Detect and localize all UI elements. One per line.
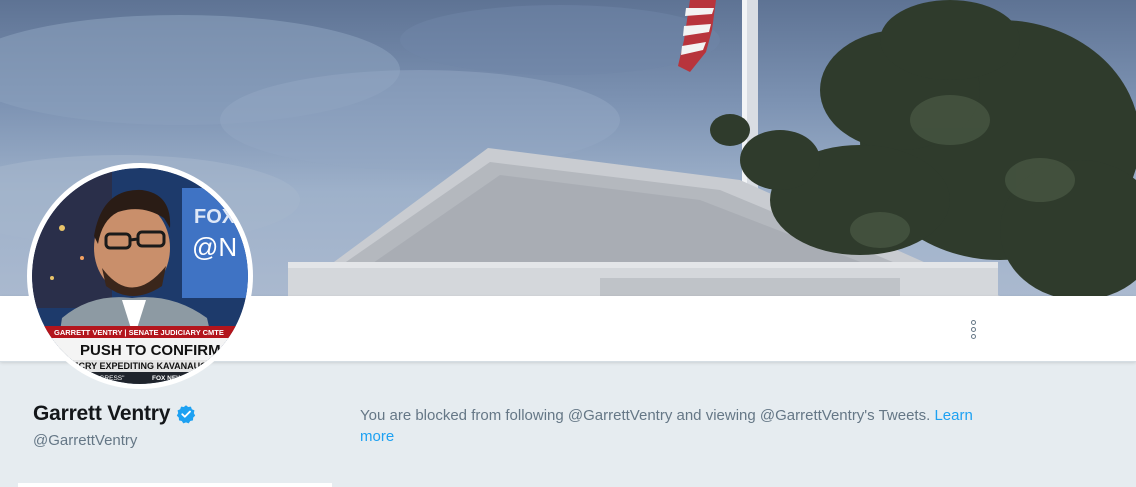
chyron-bottom-text: DUOUS PROGRESS"	[60, 375, 125, 382]
vertical-ellipsis-icon	[970, 319, 976, 325]
blocked-notice: You are blocked from following @GarrettV…	[360, 405, 1000, 447]
svg-text:@N: @N	[192, 232, 237, 262]
chyron-top-text: GARRETT VENTRY | SENATE JUDICIARY CMTE	[54, 328, 224, 337]
avatar-image: FOX @N GARRETT VENTRY | SENATE JUDICIARY…	[32, 168, 248, 384]
more-options-button[interactable]	[960, 314, 986, 344]
verified-badge-icon	[177, 405, 196, 424]
chyron-main-text: PUSH TO CONFIRM	[80, 342, 221, 359]
chyron-network-text: FOX NEWS	[152, 375, 187, 382]
profile-display-name[interactable]: Garrett Ventry	[33, 402, 170, 426]
blocked-notice-text: You are blocked from following @GarrettV…	[360, 407, 935, 424]
profile-name-row: Garrett Ventry	[33, 402, 196, 426]
profile-screen-name[interactable]: @GarrettVentry	[33, 432, 137, 449]
avatar-network-logo: FOX	[194, 206, 236, 228]
chyron-sub-text: DECRY EXPEDITING KAVANAUGH	[66, 361, 214, 371]
sidebar-card-edge	[18, 483, 332, 487]
profile-avatar[interactable]: FOX @N GARRETT VENTRY | SENATE JUDICIARY…	[27, 163, 253, 389]
